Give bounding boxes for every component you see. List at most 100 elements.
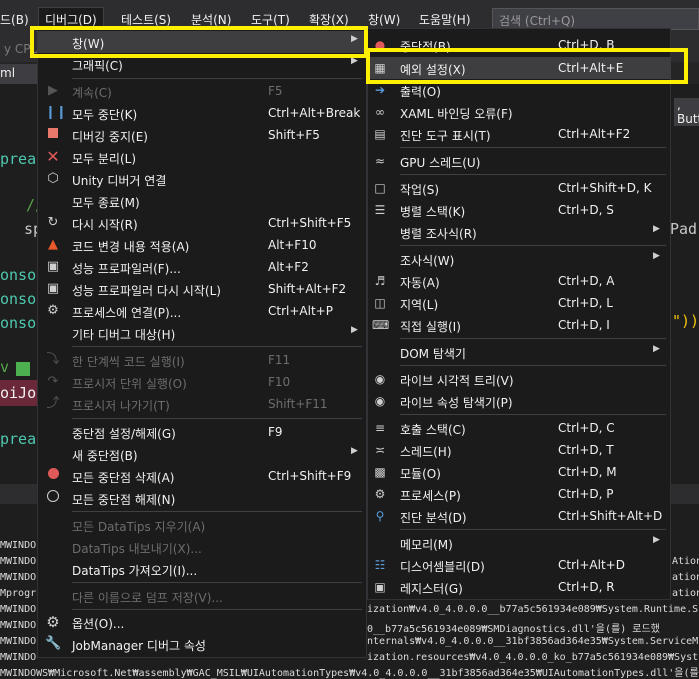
pause-icon: ❙❙ [45, 105, 67, 120]
menu-window[interactable]: 창(W) [368, 11, 400, 28]
window-item-registers[interactable]: ▣ 레지스터(G) Ctrl+D, R [367, 576, 671, 598]
window-item-watch[interactable]: 조사식(W) ▶ [367, 248, 671, 270]
menu-item-label: 디버깅 중지(E) [72, 130, 148, 144]
debug-menu-item-break-all[interactable]: ❙❙ 모두 중단(K) Ctrl+Alt+Break [37, 102, 367, 124]
parallel-stacks-icon: ☰ [374, 203, 386, 217]
debug-menu-item-new-breakpoint[interactable]: 새 중단점(B) ▶ [37, 443, 367, 465]
debug-menu-item-step-out[interactable]: ⤴ 프로시저 나가기(T) Shift+F11 [37, 393, 367, 415]
menu-item-label: 병렬 조사식(R) [400, 227, 477, 241]
menu-separator [72, 582, 362, 583]
window-item-call-stack[interactable]: ≡ 호출 스택(C) Ctrl+D, C [367, 417, 671, 439]
menu-item-label: JobManager 디버그 속성 [72, 639, 206, 653]
window-item-immediate[interactable]: ⌨ 직접 실행(I) Ctrl+D, I [367, 314, 671, 336]
submenu-arrow-icon: ▶ [351, 446, 358, 456]
menu-item-label: 모든 DataTips 지우기(A) [72, 520, 206, 534]
window-item-dom-explorer[interactable]: DOM 탐색기 ▶ [367, 341, 671, 363]
menu-item-label: 자동(A) [400, 276, 440, 290]
search-input[interactable]: 검색 (Ctrl+Q) [492, 8, 699, 30]
menu-item-label: 프로시저 단위 실행(O) [72, 377, 187, 391]
window-item-gpu-threads[interactable]: ≈ GPU 스레드(U) [367, 150, 671, 172]
debug-menu-item-import-datatips[interactable]: DataTips 가져오기(I)... [37, 558, 367, 580]
gpu-threads-icon: ≈ [374, 154, 386, 168]
wrench-icon: 🔧 [45, 636, 62, 651]
menu-item-shortcut: Ctrl+D, A [558, 274, 615, 288]
menu-item-shortcut: Shift+Alt+F2 [268, 282, 347, 296]
output-icon: ➔ [374, 83, 386, 97]
debug-menu-item-stop-debugging[interactable]: 디버깅 중지(E) Shift+F5 [37, 124, 367, 146]
debug-menu-item-clear-datatips[interactable]: 모든 DataTips 지우기(A) [37, 514, 367, 536]
menu-item-label: 작업(S) [400, 183, 440, 197]
search-placeholder: 검색 (Ctrl+Q) [499, 14, 576, 28]
window-item-live-visual-tree[interactable]: ◉ 라이브 시각적 트리(V) [367, 368, 671, 390]
locals-icon: ◫ [374, 296, 386, 310]
debug-menu-item-step-over[interactable]: ↷ 프로시저 단위 실행(O) F10 [37, 371, 367, 393]
output-line: MWINDOWS [0, 604, 36, 615]
output-line: ization₩v4.0_4.0.0.0__b77a5c561934e089₩S… [367, 604, 699, 615]
window-item-locals[interactable]: ◫ 지역(L) Ctrl+D, L [367, 292, 671, 314]
window-item-tasks[interactable]: □ 작업(S) Ctrl+Shift+D, K [367, 177, 671, 199]
right-fragment: , Butt [674, 98, 699, 126]
tab-xml-file[interactable]: ml [0, 64, 38, 84]
menu-build[interactable]: 드(B) [0, 11, 29, 28]
debug-menu-item-profiler-restart[interactable]: ▣ 성능 프로파일러 다시 시작(L) Shift+Alt+F2 [37, 278, 367, 300]
menu-item-label: 그래픽(C) [72, 59, 123, 73]
debug-menu-item-terminate-all[interactable]: 모두 종료(M) [37, 190, 367, 212]
window-item-modules[interactable]: ▩ 모듈(O) Ctrl+D, M [367, 461, 671, 483]
disable-breakpoints-icon [45, 490, 61, 506]
menu-item-label: 모두 종료(M) [72, 196, 140, 210]
right-fragment: ")) [672, 312, 699, 330]
step-over-icon: ↷ [47, 374, 59, 389]
menu-item-shortcut: F5 [268, 84, 283, 98]
window-item-live-property-explorer[interactable]: ◉ 라이브 속성 탐색기(P) [367, 390, 671, 412]
debug-menu-item-other-targets[interactable]: 기타 디버그 대상(H) ▶ [37, 322, 367, 344]
window-item-memory[interactable]: 메모리(M) ▶ [367, 532, 671, 554]
debug-menu-item-attach-process[interactable]: ⚙ 프로세스에 연결(P)... Ctrl+Alt+P [37, 300, 367, 322]
threads-icon: ≍ [374, 443, 386, 457]
menu-item-shortcut: Ctrl+Alt+F2 [558, 127, 631, 141]
debug-menu-item-export-datatips[interactable]: DataTips 내보내기(X)... [37, 536, 367, 558]
debug-menu-item-step-into[interactable]: ⤵ 한 단계씩 코드 실행(I) F11 [37, 349, 367, 371]
menu-help[interactable]: 도움말(H) [419, 11, 471, 28]
menu-item-label: 한 단계씩 코드 실행(I) [72, 355, 185, 369]
menu-item-label: 코드 변경 내용 적용(A) [72, 240, 190, 254]
window-item-parallel-stacks[interactable]: ☰ 병렬 스택(K) Ctrl+D, S [367, 199, 671, 221]
debug-menu-item-disable-breakpoints[interactable]: 모든 중단점 해제(N) [37, 487, 367, 509]
debug-menu-item-hot-reload[interactable]: ▲ 코드 변경 내용 적용(A) Alt+F10 [37, 234, 367, 256]
debug-menu-item-detach-all[interactable]: ✕ 모두 분리(L) [37, 146, 367, 168]
menu-item-label: 성능 프로파일러(F)... [72, 262, 181, 276]
debug-menu-item-toggle-breakpoint[interactable]: 중단점 설정/해제(G) F9 [37, 421, 367, 443]
menu-item-label: GPU 스레드(U) [400, 156, 481, 170]
debug-menu-item-unity-attach[interactable]: ⬡ Unity 디버거 연결 [37, 168, 367, 190]
debug-menu-item-profiler[interactable]: ▣ 성능 프로파일러(F)... Alt+F2 [37, 256, 367, 278]
window-item-threads[interactable]: ≍ 스레드(H) Ctrl+D, T [367, 439, 671, 461]
menu-item-label: 모두 중단(K) [72, 108, 138, 122]
menu-item-shortcut: Ctrl+D, S [558, 203, 614, 217]
processes-icon: ⚙ [374, 487, 386, 501]
debug-menu-item-save-dump[interactable]: 다른 이름으로 덤프 저장(V)... [37, 585, 367, 607]
menu-item-label: 중단점 설정/해제(G) [72, 427, 176, 441]
submenu-arrow-icon: ▶ [351, 325, 358, 335]
output-line: ization.resources₩v4.0_4.0.0.0_ko_b77a5c… [367, 652, 699, 663]
attach-process-icon: ⚙ [47, 303, 59, 318]
window-item-parallel-watch[interactable]: 병렬 조사식(R) ▶ [367, 221, 671, 243]
menu-item-label: DataTips 내보내기(X)... [72, 542, 202, 556]
window-item-diagnostic-tools[interactable]: ▤ 진단 도구 표시(T) Ctrl+Alt+F2 [367, 123, 671, 145]
highlight-box-window-item [30, 26, 368, 58]
modules-icon: ▩ [374, 465, 386, 479]
window-item-diagnostic-analysis[interactable]: ⚲ 진단 분석(D) Ctrl+Shift+Alt+D [367, 505, 671, 527]
unity-cube-icon: ⬡ [47, 171, 59, 186]
debug-menu-item-delete-breakpoints[interactable]: 모든 중단점 삭제(A) Ctrl+Shift+F9 [37, 465, 367, 487]
debug-menu-item-jobmanager-properties[interactable]: 🔧 JobManager 디버그 속성 [37, 633, 367, 655]
window-item-autos[interactable]: ♬ 자동(A) Ctrl+D, A [367, 270, 671, 292]
window-item-xaml-binding-errors[interactable]: ∞ XAML 바인딩 오류(F) [367, 101, 671, 123]
window-item-disassembly[interactable]: ☷ 디스어셈블리(D) Ctrl+Alt+D [367, 554, 671, 576]
window-item-processes[interactable]: ⚙ 프로세스(P) Ctrl+D, P [367, 483, 671, 505]
debug-menu-item-continue[interactable]: ▶ 계속(C) F5 [37, 80, 367, 102]
menu-item-label: 다른 이름으로 덤프 저장(V)... [72, 591, 223, 605]
delete-breakpoints-icon [45, 468, 61, 484]
debug-menu-item-options[interactable]: ⚙ 옵션(O)... [37, 611, 367, 633]
right-fragment: Pad [670, 220, 698, 238]
debug-menu-item-restart[interactable]: ↻ 다시 시작(R) Ctrl+Shift+F5 [37, 212, 367, 234]
disassembly-icon: ☷ [374, 558, 386, 572]
step-into-icon: ⤵ [46, 352, 60, 367]
